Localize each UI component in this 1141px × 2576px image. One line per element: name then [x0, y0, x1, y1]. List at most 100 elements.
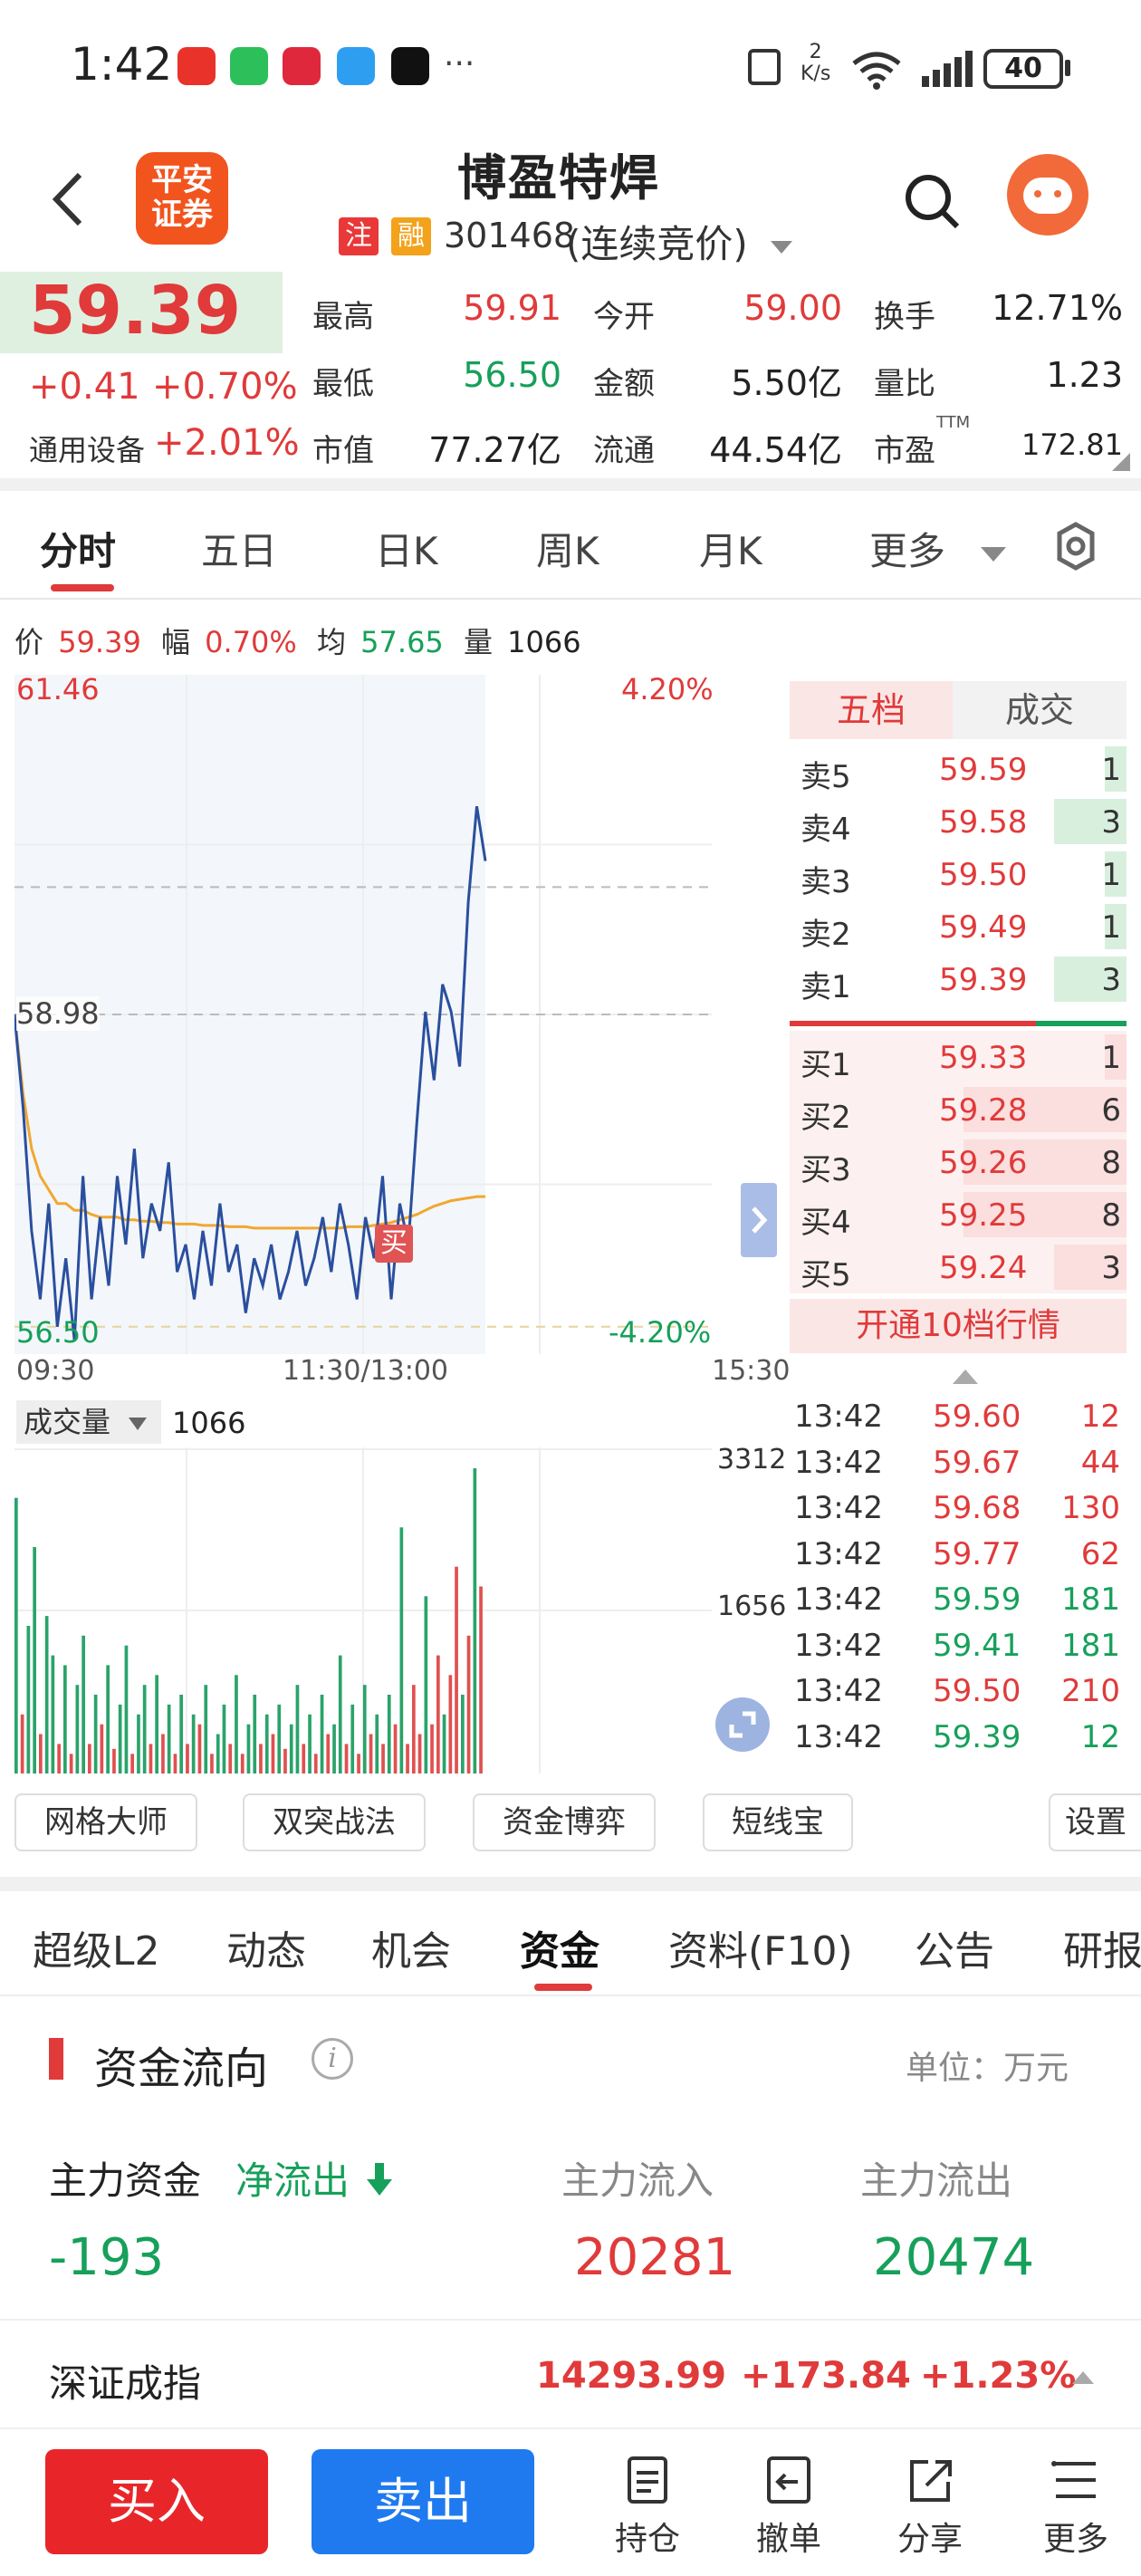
pe-value: 172.81: [1021, 428, 1123, 462]
tab-monthly-k[interactable]: 月K: [699, 521, 762, 576]
ask-row[interactable]: 卖1 59.39 3: [790, 953, 1127, 1005]
tab-research-clip[interactable]: 研报: [1063, 1918, 1141, 1973]
tab-intraday[interactable]: 分时: [40, 521, 116, 576]
tick-price: 59.41: [933, 1627, 1021, 1664]
trade-mode-dropdown[interactable]: (连续竞价): [566, 214, 793, 269]
turnover-value: 12.71%: [992, 288, 1123, 328]
assistant-avatar[interactable]: [1007, 154, 1088, 235]
orderbook-tab-five[interactable]: 五档: [790, 681, 953, 739]
tick-row: 13:42 59.67 44: [792, 1441, 1127, 1486]
volume-bar: [277, 1704, 282, 1773]
tool-short-line[interactable]: 短线宝: [703, 1793, 853, 1851]
x-label-close: 15:30: [712, 1355, 791, 1387]
net-speed: 2 K/s: [801, 41, 831, 85]
tab-dynamics[interactable]: 动态: [226, 1918, 306, 1976]
bid-row[interactable]: 买4 59.25 8: [790, 1188, 1127, 1241]
volume-bar: [308, 1714, 312, 1773]
more-button[interactable]: 更多: [1021, 2455, 1130, 2560]
level-label: 买1: [801, 1047, 851, 1083]
open-level10-button[interactable]: 开通10档行情: [790, 1299, 1127, 1353]
volume-bar: [436, 1655, 440, 1773]
ask-row[interactable]: 卖3 59.50 1: [790, 848, 1127, 900]
tab-more[interactable]: 更多: [869, 521, 1007, 576]
volume-bar: [313, 1754, 318, 1773]
buy-button[interactable]: 买入: [45, 2449, 268, 2554]
chart-settings-button[interactable]: [1050, 521, 1101, 572]
bid-row[interactable]: 买5 59.24 3: [790, 1241, 1127, 1293]
open-value: 59.00: [743, 288, 842, 328]
orderbook-tab-trades[interactable]: 成交: [953, 681, 1127, 739]
tab-5day[interactable]: 五日: [201, 521, 277, 576]
bid-row[interactable]: 买1 59.33 1: [790, 1031, 1127, 1083]
tab-f10[interactable]: 资料(F10): [668, 1918, 853, 1976]
tab-funds[interactable]: 资金: [520, 1918, 599, 1976]
tool-double-breakout[interactable]: 双突战法: [243, 1793, 426, 1851]
sell-button[interactable]: 卖出: [312, 2449, 534, 2554]
bid-row[interactable]: 买2 59.28 6: [790, 1083, 1127, 1136]
turnover-label: 换手: [874, 299, 935, 335]
document-icon: [628, 2456, 667, 2504]
cancel-order-button[interactable]: 撤单: [739, 2455, 839, 2560]
tick-time: 13:42: [794, 1673, 883, 1709]
search-button[interactable]: [901, 170, 964, 234]
tick-time: 13:42: [794, 1627, 883, 1664]
net-flow-label: 净流出: [235, 2150, 394, 2206]
battery-level: 40: [1004, 53, 1042, 84]
orderbook-toggle[interactable]: [741, 1183, 777, 1257]
expand-corner-icon[interactable]: [1112, 453, 1130, 471]
badge-rong: 融: [391, 217, 431, 255]
index-bar[interactable]: 深证成指 14293.99 +173.84 +1.23%: [0, 2319, 1141, 2427]
tab-super-l2[interactable]: 超级L2: [33, 1918, 160, 1976]
scroll-up-icon[interactable]: [953, 1370, 978, 1384]
volume-bar: [417, 1734, 422, 1773]
low-label: 最低: [312, 366, 374, 402]
volume-bar: [466, 1635, 471, 1773]
volume-bar: [155, 1675, 158, 1773]
volume-bar: [406, 1744, 409, 1773]
volume-bar: [320, 1695, 324, 1773]
tab-opportunity[interactable]: 机会: [371, 1918, 451, 1976]
level-price: 59.50: [939, 857, 1028, 893]
volume-chart[interactable]: [14, 1447, 712, 1773]
vol-ratio-label: 量比: [874, 366, 935, 402]
level-volume: 3: [1101, 962, 1121, 998]
info-button[interactable]: i: [312, 2038, 353, 2080]
bid-row[interactable]: 买3 59.26 8: [790, 1136, 1127, 1188]
price-change: +0.41: [29, 366, 140, 408]
tab-weekly-k[interactable]: 周K: [536, 521, 599, 576]
tick-price: 59.59: [933, 1581, 1021, 1618]
tool-fund-game[interactable]: 资金博弈: [473, 1793, 656, 1851]
volume-bar: [455, 1566, 458, 1773]
volume-bar: [387, 1695, 391, 1773]
sector-label[interactable]: 通用设备: [29, 428, 145, 469]
index-pct: +1.23%: [920, 2355, 1077, 2397]
ask-row[interactable]: 卖4 59.58 3: [790, 795, 1127, 848]
tab-announcements[interactable]: 公告: [915, 1918, 994, 1976]
gear-icon: [1057, 522, 1095, 571]
level-volume: 3: [1101, 804, 1121, 841]
level-price: 59.24: [939, 1250, 1028, 1286]
volume-bar: [69, 1754, 73, 1773]
positions-button[interactable]: 持仓: [598, 2455, 697, 2560]
section-divider: [0, 478, 1141, 491]
level-volume: 8: [1101, 1145, 1121, 1181]
tool-grid-master[interactable]: 网格大师: [14, 1793, 197, 1851]
volume-bar: [204, 1685, 208, 1773]
intraday-chart[interactable]: [14, 675, 712, 1354]
share-button[interactable]: 分享: [880, 2455, 980, 2560]
level-label: 卖1: [801, 969, 851, 1005]
badge-zhu: 注: [339, 217, 379, 255]
volume-bar: [57, 1744, 61, 1773]
tab-daily-k[interactable]: 日K: [375, 521, 438, 576]
broker-logo: 平安 证券: [136, 152, 228, 245]
ask-row[interactable]: 卖5 59.59 1: [790, 743, 1127, 795]
volume-axis-mid: 1656: [717, 1591, 787, 1622]
ask-row[interactable]: 卖2 59.49 1: [790, 900, 1127, 953]
fullscreen-button[interactable]: [715, 1697, 770, 1752]
volume-indicator-select[interactable]: 成交量: [16, 1400, 161, 1444]
tick-time: 13:42: [794, 1718, 883, 1755]
tool-settings[interactable]: 设置: [1049, 1793, 1141, 1851]
back-button[interactable]: [45, 168, 100, 231]
buy-marker[interactable]: 买: [375, 1225, 413, 1263]
net-flow-value: -193: [49, 2228, 165, 2287]
